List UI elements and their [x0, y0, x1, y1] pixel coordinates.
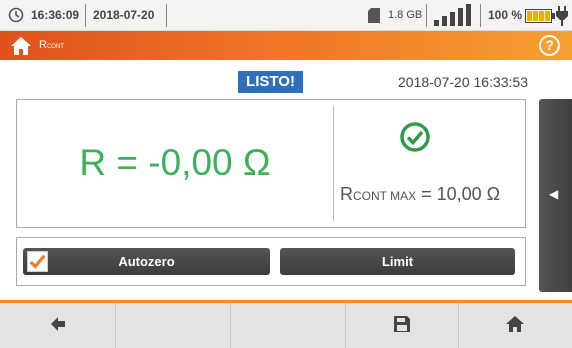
back-button[interactable] [0, 303, 116, 348]
resistance-result: R = -0,00 Ω [79, 142, 271, 183]
title-sub: CONT [46, 44, 64, 50]
page-title: RCONT [39, 39, 64, 51]
home-icon [506, 316, 524, 332]
control-bar: Autozero Limit [16, 237, 526, 286]
help-icon[interactable]: ? [539, 35, 560, 56]
status-date: 2018-07-20 [93, 8, 155, 22]
save-icon [394, 316, 410, 332]
clock-icon [8, 7, 24, 23]
result-panel: R = -0,00 Ω [16, 99, 526, 228]
limit-button[interactable]: Limit [280, 248, 515, 275]
home-button[interactable] [459, 303, 572, 348]
limit-symbol: R [340, 184, 353, 204]
toolbar-slot-3 [231, 303, 346, 348]
status-bar: 16:36:09 2018-07-20 1.8 GB 100 % [0, 0, 572, 31]
sd-card-icon [368, 8, 380, 23]
autozero-button[interactable]: Autozero [23, 248, 270, 275]
divider [333, 106, 334, 221]
divider [166, 4, 167, 27]
autozero-label: Autozero [118, 254, 175, 269]
battery-icon [525, 9, 555, 23]
title-main: R [39, 39, 47, 51]
home-icon[interactable] [10, 36, 32, 55]
measurement-datetime: 2018-07-20 16:33:53 [398, 74, 528, 90]
limit-readout: RCONT MAX = 10,00 Ω [340, 184, 500, 205]
title-bar: RCONT ? [0, 31, 572, 60]
limit-value: = 10,00 Ω [416, 184, 501, 204]
signal-icon [434, 4, 471, 26]
divider [85, 4, 86, 27]
side-panel-tab[interactable]: ◀ [539, 99, 572, 292]
status-badge: LISTO! [238, 71, 303, 93]
check-circle-icon [400, 122, 430, 152]
memory-label: 1.8 GB [388, 9, 423, 21]
status-time: 16:36:09 [31, 8, 80, 22]
autozero-checkbox[interactable] [27, 251, 48, 272]
plug-icon [556, 6, 568, 26]
divider [480, 4, 481, 27]
limit-subscript: CONT MAX [353, 189, 417, 203]
back-arrow-icon [51, 317, 65, 331]
bottom-toolbar [0, 300, 572, 348]
save-button[interactable] [346, 303, 459, 348]
divider [426, 4, 427, 27]
limit-label: Limit [381, 254, 414, 269]
side-arrow-icon: ◀ [549, 187, 559, 201]
battery-percent: 100 % [488, 8, 523, 22]
toolbar-slot-2 [116, 303, 231, 348]
